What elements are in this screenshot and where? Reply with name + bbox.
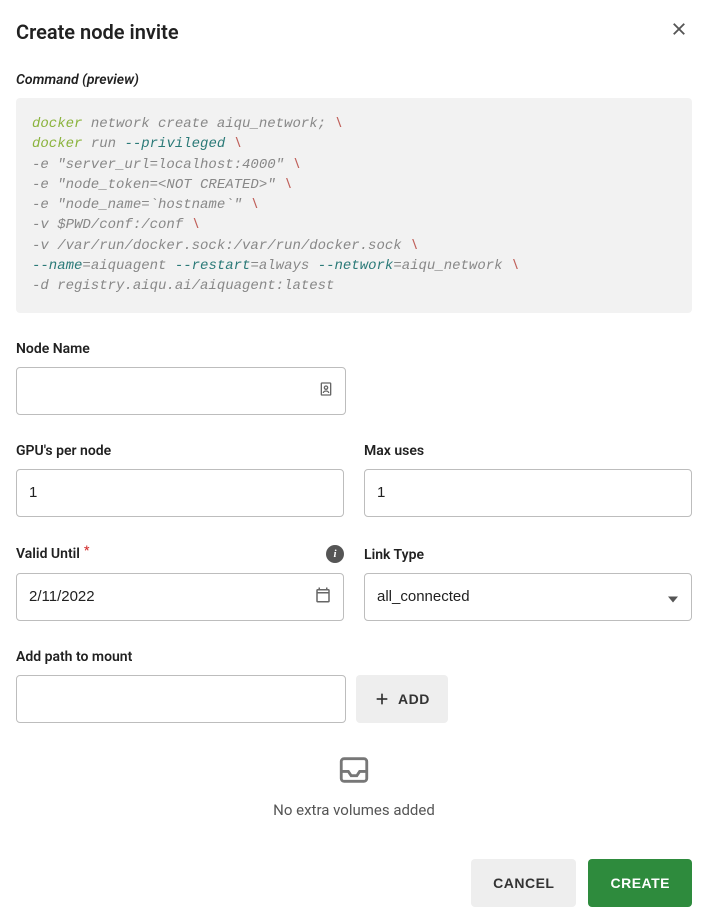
- link-type-label: Link Type: [364, 547, 692, 563]
- info-icon[interactable]: i: [326, 545, 344, 563]
- inbox-icon: [337, 753, 371, 787]
- valid-until-label: Valid Until*: [16, 546, 326, 562]
- plus-icon: [374, 691, 390, 707]
- max-uses-input[interactable]: [364, 469, 692, 517]
- close-button[interactable]: [666, 16, 692, 48]
- node-name-input[interactable]: [16, 367, 346, 415]
- empty-state: No extra volumes added: [16, 753, 692, 819]
- dialog-title: Create node invite: [16, 20, 179, 44]
- max-uses-label: Max uses: [364, 443, 692, 459]
- command-preview: docker network create aiqu_network; \ do…: [16, 98, 692, 313]
- close-icon: [670, 20, 688, 38]
- cancel-button[interactable]: CANCEL: [471, 859, 576, 907]
- empty-state-text: No extra volumes added: [16, 801, 692, 819]
- link-type-select[interactable]: all_connected: [364, 573, 692, 621]
- gpus-input[interactable]: [16, 469, 344, 517]
- required-indicator: *: [84, 543, 89, 557]
- create-button[interactable]: CREATE: [588, 859, 692, 907]
- node-name-label: Node Name: [16, 341, 346, 357]
- add-path-input[interactable]: [16, 675, 346, 723]
- gpus-label: GPU's per node: [16, 443, 344, 459]
- add-button[interactable]: ADD: [356, 675, 448, 723]
- valid-until-input[interactable]: [16, 573, 344, 621]
- command-preview-label: Command (preview): [16, 72, 692, 88]
- add-path-label: Add path to mount: [16, 649, 692, 665]
